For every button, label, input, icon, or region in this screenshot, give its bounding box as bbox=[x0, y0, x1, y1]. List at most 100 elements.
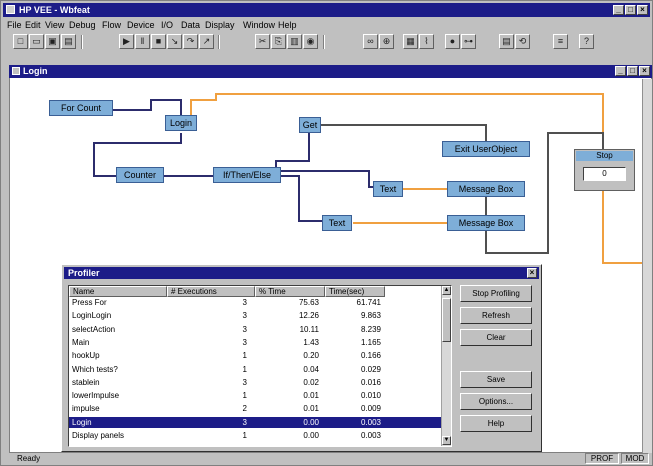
line-probe-icon[interactable]: ⌇ bbox=[419, 34, 434, 49]
table-row[interactable]: Login 3 0.00 0.003 bbox=[69, 416, 441, 428]
app-titlebar[interactable]: HP VEE - Wbfeat _ □ × bbox=[3, 3, 650, 17]
cell-time: 8.239 bbox=[360, 324, 381, 334]
status-text: Ready bbox=[17, 454, 41, 463]
maximize-icon[interactable]: □ bbox=[625, 5, 636, 15]
profiler-titlebar[interactable]: Profiler × bbox=[64, 267, 539, 279]
column-header-time-sec[interactable]: Time(sec) bbox=[325, 286, 385, 297]
step-into-icon[interactable]: ↘ bbox=[167, 34, 182, 49]
align-icon[interactable]: ≡ bbox=[553, 34, 568, 49]
copy-icon[interactable]: ⎘ bbox=[271, 34, 286, 49]
stop-profiling-button[interactable]: Stop Profiling bbox=[460, 285, 532, 302]
scroll-thumb[interactable] bbox=[442, 298, 451, 342]
cell-name: hookUp bbox=[72, 351, 100, 361]
panel-icon[interactable]: ▦ bbox=[403, 34, 418, 49]
close-icon[interactable]: × bbox=[527, 268, 537, 278]
menu-device[interactable]: Device bbox=[127, 20, 155, 30]
menu-data[interactable]: Data bbox=[181, 20, 200, 30]
maximize-icon[interactable]: □ bbox=[627, 66, 638, 76]
table-row[interactable]: lowerImpulse 1 0.01 0.010 bbox=[69, 390, 441, 401]
node-get[interactable]: Get bbox=[299, 117, 321, 133]
minimize-icon[interactable]: _ bbox=[615, 66, 626, 76]
save-icon[interactable]: ▣ bbox=[45, 34, 60, 49]
node-text[interactable]: Text bbox=[322, 215, 352, 231]
save-button[interactable]: Save bbox=[460, 371, 532, 388]
globe-icon[interactable]: ◉ bbox=[303, 34, 318, 49]
table-scrollbar[interactable]: ▲ ▼ bbox=[441, 286, 451, 446]
refresh-button[interactable]: Refresh bbox=[460, 307, 532, 324]
close-icon[interactable]: × bbox=[639, 66, 650, 76]
cell-pct: 0.01 bbox=[303, 404, 319, 414]
cell-pct: 0.20 bbox=[303, 351, 319, 361]
node-exit-userobject[interactable]: Exit UserObject bbox=[442, 141, 530, 157]
step-out-icon[interactable]: ↗ bbox=[199, 34, 214, 49]
node-if-then-else[interactable]: If/Then/Else bbox=[213, 167, 281, 183]
workspace-titlebar[interactable]: Login _ □ × bbox=[9, 65, 652, 78]
stop-icon[interactable]: ■ bbox=[151, 34, 166, 49]
cell-name: Which tests? bbox=[72, 364, 118, 374]
binoculars-icon[interactable]: ∞ bbox=[363, 34, 378, 49]
paste-icon[interactable]: ▥ bbox=[287, 34, 302, 49]
new-icon[interactable]: □ bbox=[13, 34, 28, 49]
cell-time: 0.029 bbox=[360, 364, 381, 374]
menu-edit[interactable]: Edit bbox=[25, 20, 41, 30]
column-header-executions[interactable]: # Executions bbox=[167, 286, 255, 297]
menu-debug[interactable]: Debug bbox=[69, 20, 96, 30]
scroll-up-icon[interactable]: ▲ bbox=[442, 286, 451, 295]
table-row[interactable]: Which tests? 1 0.04 0.029 bbox=[69, 364, 441, 375]
profiler-dialog: Profiler × Name # Executions % Time Time… bbox=[61, 264, 542, 452]
profiler-table[interactable]: Name # Executions % Time Time(sec) Press… bbox=[68, 285, 452, 447]
breakpoint-icon[interactable]: ● bbox=[445, 34, 460, 49]
help-button[interactable]: Help bbox=[460, 415, 532, 432]
menu-help[interactable]: Help bbox=[278, 20, 297, 30]
cell-execs: 1 bbox=[242, 364, 247, 374]
cell-execs: 1 bbox=[242, 391, 247, 401]
cell-pct: 0.01 bbox=[303, 391, 319, 401]
table-row[interactable]: Main 3 1.43 1.165 bbox=[69, 337, 441, 348]
cell-time: 0.003 bbox=[360, 431, 381, 440]
node-message-box[interactable]: Message Box bbox=[447, 215, 525, 231]
node-for-count[interactable]: For Count bbox=[49, 100, 113, 116]
options-button[interactable]: Options... bbox=[460, 393, 532, 410]
table-row[interactable]: selectAction 3 10.11 8.239 bbox=[69, 324, 441, 335]
cell-name: LoginLogin bbox=[72, 311, 112, 321]
print-icon[interactable]: ▤ bbox=[61, 34, 76, 49]
step-over-icon[interactable]: ↷ bbox=[183, 34, 198, 49]
node-message-box[interactable]: Message Box bbox=[447, 181, 525, 197]
toolbar-separator bbox=[323, 35, 325, 49]
close-icon[interactable]: × bbox=[637, 5, 648, 15]
stop-value-field[interactable]: 0 bbox=[583, 167, 626, 181]
column-header-name[interactable]: Name bbox=[69, 286, 167, 297]
menu-window[interactable]: Window bbox=[243, 20, 275, 30]
node-login[interactable]: Login bbox=[165, 115, 197, 131]
node-counter[interactable]: Counter bbox=[116, 167, 164, 183]
node-text[interactable]: Text bbox=[373, 181, 403, 197]
clear-button[interactable]: Clear bbox=[460, 329, 532, 346]
zoom-icon[interactable]: ⊕ bbox=[379, 34, 394, 49]
menu-io[interactable]: I/O bbox=[161, 20, 173, 30]
menu-view[interactable]: View bbox=[45, 20, 64, 30]
pause-icon[interactable]: ‖ bbox=[135, 34, 150, 49]
help-icon[interactable]: ? bbox=[579, 34, 594, 49]
open-icon[interactable]: ▭ bbox=[29, 34, 44, 49]
table-row[interactable]: stablein 3 0.02 0.016 bbox=[69, 377, 441, 388]
menu-file[interactable]: File bbox=[7, 20, 22, 30]
menu-flow[interactable]: Flow bbox=[102, 20, 121, 30]
cut-icon[interactable]: ✂ bbox=[255, 34, 270, 49]
cell-pct: 0.00 bbox=[303, 417, 319, 427]
run-icon[interactable]: ▶ bbox=[119, 34, 134, 49]
grid-icon[interactable]: ▤ bbox=[499, 34, 514, 49]
sync-icon[interactable]: ⟲ bbox=[515, 34, 530, 49]
table-row[interactable]: impulse 2 0.01 0.009 bbox=[69, 403, 441, 414]
scroll-down-icon[interactable]: ▼ bbox=[442, 436, 451, 445]
workspace-scrollbar[interactable] bbox=[642, 79, 652, 453]
table-row[interactable]: LoginLogin 3 12.26 9.863 bbox=[69, 310, 441, 321]
connect-icon[interactable]: ⊶ bbox=[461, 34, 476, 49]
minimize-icon[interactable]: _ bbox=[613, 5, 624, 15]
table-row[interactable]: Display panels 1 0.00 0.003 bbox=[69, 430, 441, 441]
stop-panel[interactable]: Stop 0 bbox=[574, 149, 635, 191]
column-header-pct-time[interactable]: % Time bbox=[255, 286, 325, 297]
toolbar: □ ▭ ▣ ▤ ▶ ‖ ■ ↘ ↷ ↗ ✂ ⎘ ▥ ◉ ∞ ⊕ ▦ ⌇ ● ⊶ … bbox=[5, 33, 625, 51]
menu-display[interactable]: Display bbox=[205, 20, 235, 30]
table-row[interactable]: Press For 3 75.63 61.741 bbox=[69, 297, 441, 308]
table-row[interactable]: hookUp 1 0.20 0.166 bbox=[69, 350, 441, 361]
